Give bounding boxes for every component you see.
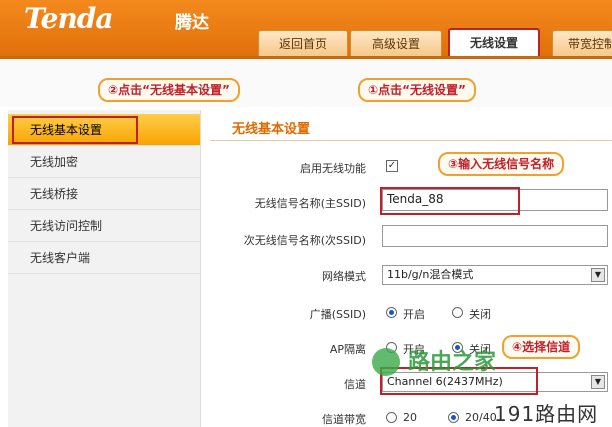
broadcast-on-radio[interactable]: [386, 307, 397, 318]
broadcast-on-label: 开启: [403, 308, 425, 321]
ssid-label: 无线信号名称(主SSID): [254, 197, 366, 210]
bw-20-radio[interactable]: [386, 412, 397, 423]
enable-checkbox[interactable]: ✓: [386, 160, 398, 172]
mode-select[interactable]: 11b/g/n混合模式 ▼: [382, 265, 608, 285]
ap-isolation-label: AP隔离: [329, 343, 366, 356]
watermark-brand-cn: 路由之家: [408, 350, 497, 375]
callout-step1: ①点击“无线设置”: [358, 78, 476, 102]
tab-bandwidth[interactable]: 带宽控制: [552, 30, 612, 56]
callout-step2: ②点击“无线基本设置”: [98, 78, 240, 102]
bandwidth-label: 信道带宽: [322, 413, 366, 426]
ssid-highlight-box: [380, 187, 520, 215]
watermark-logo-icon: [372, 348, 400, 376]
mode-select-value: 11b/g/n混合模式: [387, 268, 474, 281]
sidebar-item-bridge[interactable]: 无线桥接: [8, 178, 200, 210]
broadcast-off-radio[interactable]: [452, 307, 463, 318]
callout-step4: ④选择信道: [502, 335, 581, 359]
ssid2-input[interactable]: [382, 225, 608, 247]
watermark-site: 191路由网: [494, 402, 599, 426]
tab-wireless[interactable]: 无线设置: [448, 28, 540, 56]
bw-40-radio[interactable]: [448, 412, 459, 423]
channel-label: 信道: [344, 378, 366, 391]
bw-20-label: 20: [403, 411, 417, 424]
tab-advanced[interactable]: 高级设置: [350, 30, 442, 56]
enable-label: 启用无线功能: [300, 162, 366, 175]
tab-home[interactable]: 返回首页: [258, 30, 348, 56]
top-header: Tenda 腾达 返回首页 高级设置 无线设置 带宽控制: [0, 0, 612, 56]
bw-40-label: 20/40: [465, 411, 497, 424]
callout-step3: ③输入无线信号名称: [438, 152, 565, 176]
mode-label: 网络模式: [322, 270, 366, 283]
sidebar-highlight-box: [12, 116, 138, 144]
broadcast-off-label: 关闭: [469, 308, 491, 321]
section-rule: [210, 140, 612, 141]
tenda-logo: Tenda: [24, 2, 114, 35]
sidebar-item-encryption[interactable]: 无线加密: [8, 146, 200, 178]
section-title: 无线基本设置: [232, 122, 311, 137]
tenda-logo-cn: 腾达: [175, 13, 209, 33]
sidebar-item-clients[interactable]: 无线客户端: [8, 242, 200, 274]
sidebar-item-access-control[interactable]: 无线访问控制: [8, 210, 200, 242]
ssid2-label: 次无线信号名称(次SSID): [243, 234, 366, 247]
sidebar: 无线基本设置 无线加密 无线桥接 无线访问控制 无线客户端: [8, 110, 201, 427]
chevron-down-icon[interactable]: ▼: [591, 268, 605, 282]
chevron-down-icon[interactable]: ▼: [591, 375, 605, 389]
broadcast-label: 广播(SSID): [309, 308, 366, 321]
callout-area: [0, 59, 612, 107]
